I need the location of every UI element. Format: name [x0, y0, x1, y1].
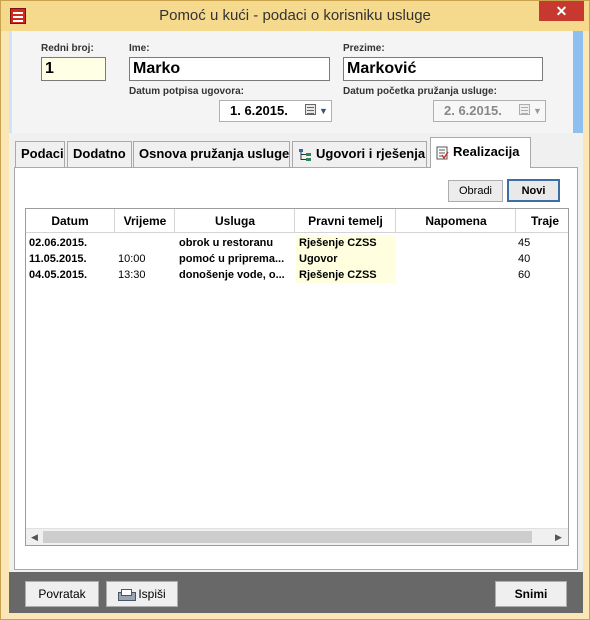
cell-vrijeme: 10:00 [118, 253, 146, 265]
checklist-icon [436, 146, 449, 160]
cell-traje: 40 [518, 253, 531, 265]
tab-realizacija-label: Realizacija [453, 144, 520, 159]
horizontal-scrollbar[interactable]: ◀ ▶ [26, 528, 568, 545]
novi-button[interactable]: Novi [507, 179, 560, 202]
grid-header: Datum Vrijeme Usluga Pravni temelj Napom… [26, 209, 568, 233]
cell-pravni-temelj: Rješenje CZSS [296, 235, 396, 251]
cell-traje: 45 [518, 237, 531, 249]
povratak-button[interactable]: Povratak [25, 581, 99, 607]
scroll-left-icon[interactable]: ◀ [31, 532, 38, 543]
redni-broj-label: Redni broj: [41, 43, 94, 54]
tab-realizacija[interactable]: Realizacija [430, 137, 531, 168]
cell-datum: 04.05.2015. [29, 269, 88, 281]
cell-napomena [397, 235, 516, 251]
prezime-label: Prezime: [343, 43, 385, 54]
cell-vrijeme [118, 235, 174, 251]
column-header-pravni-temelj[interactable]: Pravni temelj [296, 209, 396, 233]
cell-pravni-temelj: Ugovor [296, 251, 396, 267]
cell-datum: 02.06.2015. [29, 237, 88, 249]
table-row[interactable]: 04.05.2015. 13:30 donošenje vode, o... R… [26, 267, 568, 283]
tab-podaci[interactable]: Podaci [15, 141, 65, 167]
cell-vrijeme: 13:30 [118, 269, 146, 281]
app-window: Pomoć u kući - podaci o korisniku usluge… [0, 0, 590, 620]
datum-pocetka-picker[interactable]: 2. 6.2015. ▼ [433, 100, 546, 122]
ime-label: Ime: [129, 43, 150, 54]
tab-ugovori[interactable]: Ugovori i rješenja [292, 141, 427, 167]
column-header-datum[interactable]: Datum [26, 209, 115, 233]
header-panel: Redni broj: 1 Ime: Marko Prezime: Markov… [9, 31, 583, 133]
column-header-traje[interactable]: Traje [517, 209, 568, 233]
datum-pocetka-label: Datum početka pružanja usluge: [343, 86, 497, 97]
table-row[interactable]: 11.05.2015. 10:00 pomoć u priprema... Ug… [26, 251, 568, 267]
snimi-button[interactable]: Snimi [495, 581, 567, 607]
ispisi-label: Ispiši [138, 587, 166, 601]
datum-potpisa-label: Datum potpisa ugovora: [129, 86, 245, 97]
column-header-vrijeme[interactable]: Vrijeme [116, 209, 175, 233]
datum-potpisa-picker[interactable]: 1. 6.2015. ▼ [219, 100, 332, 122]
client-area: Redni broj: 1 Ime: Marko Prezime: Markov… [9, 31, 583, 613]
window-title: Pomoć u kući - podaci o korisniku usluge [159, 7, 431, 24]
tab-ugovori-label: Ugovori i rješenja [316, 146, 426, 161]
tab-osnova[interactable]: Osnova pružanja usluge [133, 141, 290, 167]
prezime-field[interactable]: Marković [343, 57, 543, 81]
realizacija-grid[interactable]: Datum Vrijeme Usluga Pravni temelj Napom… [25, 208, 569, 546]
title-bar[interactable]: Pomoć u kući - podaci o korisniku usluge… [1, 1, 589, 31]
footer-bar: Povratak Ispiši Snimi [9, 572, 583, 613]
obradi-button[interactable]: Obradi [448, 180, 503, 202]
table-row[interactable]: 02.06.2015. obrok u restoranu Rješenje C… [26, 235, 568, 251]
column-header-usluga[interactable]: Usluga [176, 209, 295, 233]
chevron-down-icon[interactable]: ▼ [319, 106, 328, 116]
calendar-icon[interactable] [519, 104, 530, 115]
printer-icon [118, 588, 137, 601]
cell-pravni-temelj: Rješenje CZSS [296, 267, 396, 283]
cell-usluga: pomoć u priprema... [179, 253, 285, 265]
ime-field[interactable]: Marko [129, 57, 330, 81]
chevron-down-icon[interactable]: ▼ [533, 106, 542, 116]
tab-dodatno[interactable]: Dodatno [67, 141, 132, 167]
scrollbar-thumb[interactable] [43, 531, 532, 543]
scroll-right-icon[interactable]: ▶ [555, 532, 562, 543]
close-button[interactable]: ✕ [539, 1, 584, 21]
column-header-napomena[interactable]: Napomena [397, 209, 516, 233]
cell-napomena [397, 251, 516, 267]
redni-broj-field[interactable]: 1 [41, 57, 106, 81]
cell-traje: 60 [518, 269, 531, 281]
cell-usluga: obrok u restoranu [179, 237, 274, 249]
ispisi-button[interactable]: Ispiši [106, 581, 178, 607]
cell-usluga: donošenje vode, o... [179, 269, 285, 281]
cell-datum: 11.05.2015. [29, 253, 87, 265]
tree-icon [299, 148, 311, 161]
calendar-icon[interactable] [305, 104, 316, 115]
cell-napomena [397, 267, 516, 283]
